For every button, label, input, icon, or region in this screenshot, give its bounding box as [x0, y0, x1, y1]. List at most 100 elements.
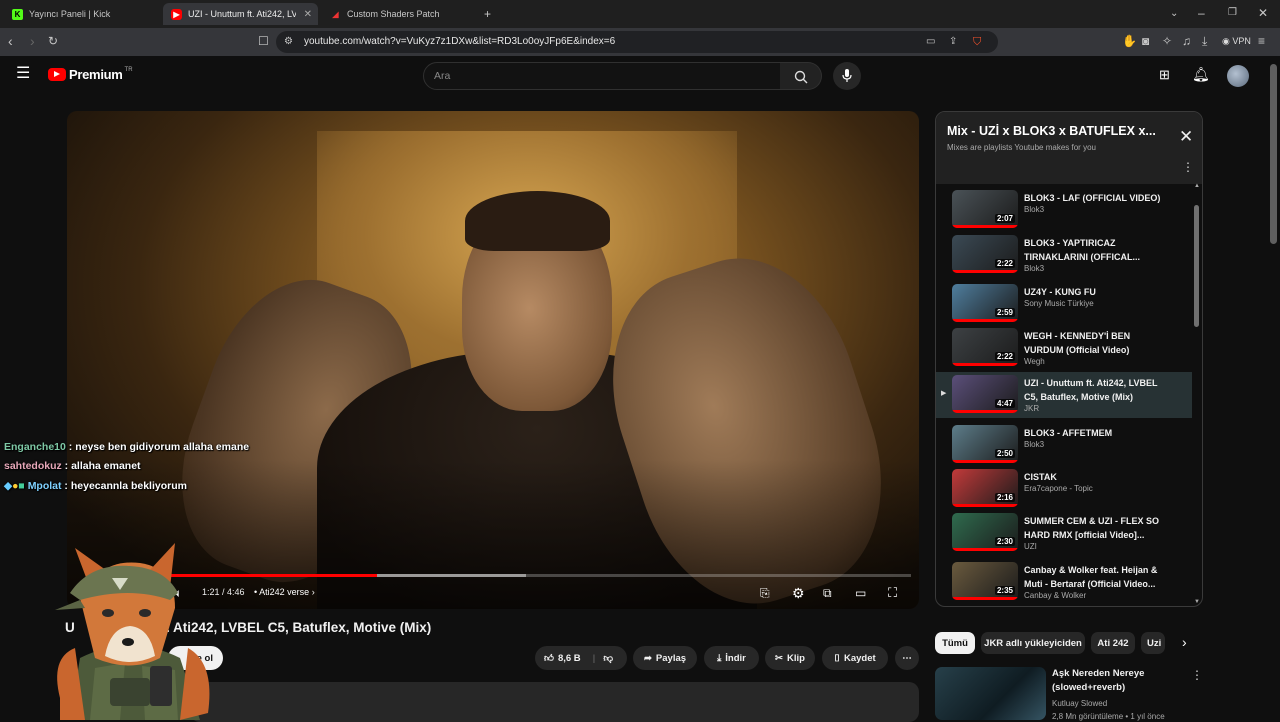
video-progress-bar[interactable]: [166, 574, 911, 577]
cast-icon[interactable]: ▭: [926, 35, 935, 49]
extension-puzzle-icon[interactable]: ✧: [1162, 34, 1172, 48]
back-icon[interactable]: ‹: [8, 34, 13, 48]
playlist-item[interactable]: 2:50 BLOK3 - AFFETMEM Blok3: [936, 422, 1192, 468]
minimize-icon[interactable]: –: [1198, 6, 1205, 20]
chip-label: Ati 242: [1097, 637, 1129, 649]
playlist-panel: Mix - UZİ x BLOK3 x BATUFLEX x... Mixes …: [935, 111, 1203, 607]
chat-text: : neyse ben gidiyorum allaha emane: [65, 441, 250, 453]
playlist-thumbnail[interactable]: 2:35: [952, 562, 1018, 600]
brave-shield-icon[interactable]: ⛉: [973, 35, 981, 49]
playlist-item[interactable]: 2:35 Canbay & Wolker feat. Heijan & Muti …: [936, 559, 1192, 605]
reload-icon[interactable]: ↻: [48, 34, 58, 48]
playlist-more-icon[interactable]: ⋮: [1182, 160, 1194, 174]
chat-text: : heyecannla bekliyorum: [61, 480, 187, 492]
watched-bar: [952, 410, 1018, 413]
bookmark-icon[interactable]: ☐: [258, 34, 269, 48]
recommended-title[interactable]: Aşk Nereden Nereye (slowed+reverb): [1052, 667, 1182, 695]
clip-button[interactable]: ✂ Klip: [765, 646, 815, 670]
chapter-button[interactable]: • Ati242 verse ›: [254, 587, 315, 597]
hamburger-menu-icon[interactable]: ☰: [16, 66, 30, 82]
description-box[interactable]: [190, 682, 919, 722]
now-playing-icon: ▶: [941, 390, 947, 397]
playlist-thumbnail[interactable]: 2:30: [952, 513, 1018, 551]
playlist-thumbnail[interactable]: 2:50: [952, 425, 1018, 463]
fullscreen-icon[interactable]: ⛶: [888, 585, 897, 601]
subtitles-icon[interactable]: ⎘: [760, 586, 770, 601]
avatar[interactable]: [1227, 65, 1249, 87]
url-text: youtube.com/watch?v=VuKyz7z1DXw&list=RD3…: [304, 36, 616, 47]
like-count: 8,6 B: [557, 652, 581, 664]
camera-icon[interactable]: ◙: [1142, 34, 1149, 48]
kick-icon: K: [12, 8, 23, 20]
playlist-item[interactable]: 2:22 WEGH - KENNEDY'İ BEN VURDUM (Officia…: [936, 325, 1192, 371]
tab-csp[interactable]: ◢ Custom Shaders Patch: [322, 3, 477, 25]
watched-bar: [952, 504, 1018, 507]
video-player[interactable]: [67, 111, 919, 609]
download-label: İndir: [725, 652, 746, 664]
more-actions-button[interactable]: ⋯: [895, 646, 919, 670]
create-video-icon[interactable]: ⊞: [1159, 68, 1170, 82]
theater-mode-icon[interactable]: ▭: [855, 586, 866, 600]
tab-youtube[interactable]: ▶ UZI - Unuttum ft. Ati242, LVBEL ✕: [163, 3, 318, 25]
maximize-icon[interactable]: ❐: [1228, 6, 1237, 20]
playlist-thumbnail[interactable]: 2:22: [952, 235, 1018, 273]
playlist-item[interactable]: 2:16 CISTAK Era7capone - Topic: [936, 466, 1192, 512]
address-bar[interactable]: ⚙ youtube.com/watch?v=VuKyz7z1DXw&list=R…: [276, 31, 998, 53]
download-button[interactable]: ⤓ İndir: [704, 646, 759, 670]
playlist-item[interactable]: 2:59 UZ4Y - KUNG FU Sony Music Türkiye: [936, 281, 1192, 327]
chat-badge-icon: ◆: [4, 480, 13, 492]
like-icon[interactable]: 👍︎: [544, 652, 554, 664]
playlist-thumbnail[interactable]: 2:16: [952, 469, 1018, 507]
search-input[interactable]: Ara: [423, 62, 781, 90]
share-label: Paylaş: [655, 652, 687, 664]
playlist-item[interactable]: 2:07 BLOK3 - LAF (OFFICIAL VIDEO) Blok3: [936, 187, 1192, 233]
playlist-item-title: WEGH - KENNEDY'İ BEN VURDUM (Official Vi…: [1024, 331, 1131, 355]
save-button[interactable]: ⌷ Kaydet: [822, 646, 888, 670]
playlist-thumbnail[interactable]: 4:47: [952, 375, 1018, 413]
chip-all[interactable]: Tümü: [935, 632, 975, 654]
search-button[interactable]: [780, 62, 822, 90]
menu-icon[interactable]: ≡: [1258, 34, 1265, 48]
like-dislike-group[interactable]: 👍︎ 8,6 B | 👎︎: [535, 646, 627, 670]
recommended-more-icon[interactable]: ⋮: [1191, 668, 1203, 682]
voice-search-button[interactable]: [833, 62, 861, 90]
notifications-bell-icon[interactable]: 🔔︎: [1192, 67, 1210, 81]
recommended-thumbnail[interactable]: [935, 667, 1046, 720]
playlist-thumbnail[interactable]: 2:59: [952, 284, 1018, 322]
chips-next-icon[interactable]: ›: [1182, 634, 1187, 650]
close-tab-icon[interactable]: ✕: [304, 9, 312, 20]
playlist-scrollbar-thumb[interactable]: [1194, 205, 1199, 327]
chip-ati242[interactable]: Ati 242: [1091, 632, 1135, 654]
close-playlist-icon[interactable]: ✕: [1179, 127, 1193, 147]
chip-uzi[interactable]: Uzi: [1141, 632, 1165, 654]
share-icon[interactable]: ⇪: [949, 35, 957, 49]
share-button[interactable]: ➦ Paylaş: [633, 646, 697, 670]
forward-icon[interactable]: ›: [30, 34, 35, 48]
playlist-item[interactable]: ▶ 4:47 UZI - Unuttum ft. Ati242, LVBEL C5,…: [936, 372, 1192, 418]
clip-label: Klip: [787, 652, 805, 664]
playlist-item[interactable]: 2:22 BLOK3 - YAPTIRICAZ TIRNAKLARINI (OFF…: [936, 232, 1192, 278]
close-window-icon[interactable]: ✕: [1258, 6, 1268, 20]
miniplayer-icon[interactable]: ⧉: [823, 586, 832, 601]
chip-from-uploader[interactable]: JKR adlı yükleyiciden: [981, 632, 1085, 654]
new-tab-icon[interactable]: +: [484, 7, 491, 21]
vpn-button[interactable]: ◉ VPN: [1222, 36, 1251, 47]
tab-kick[interactable]: K Yayıncı Paneli | Kick: [4, 3, 159, 25]
youtube-premium-logo[interactable]: Premium TR: [48, 67, 133, 82]
download-icon[interactable]: ⤓: [1202, 34, 1207, 48]
music-icon[interactable]: ♫: [1182, 34, 1191, 48]
dislike-icon[interactable]: 👎︎: [603, 652, 613, 664]
playlist-item-title: BLOK3 - LAF (OFFICIAL VIDEO): [1024, 193, 1161, 203]
playlist-item-title: SUMMER CEM & UZI - FLEX SO HARD RMX [off…: [1024, 516, 1159, 540]
playlist-thumbnail[interactable]: 2:22: [952, 328, 1018, 366]
playlist-thumbnail[interactable]: 2:07: [952, 190, 1018, 228]
scroll-up-icon[interactable]: ▲: [1194, 183, 1200, 189]
extension-icon[interactable]: ✋: [1122, 34, 1137, 48]
site-info-icon[interactable]: ⚙: [284, 35, 293, 49]
playlist-item[interactable]: 2:30 SUMMER CEM & UZI - FLEX SO HARD RMX …: [936, 510, 1192, 556]
tab-search-icon[interactable]: ⌄: [1170, 7, 1178, 21]
page-scrollbar[interactable]: [1270, 64, 1277, 244]
settings-gear-icon[interactable]: ⚙: [792, 585, 805, 602]
duration-badge: 2:16: [994, 493, 1015, 502]
scroll-down-icon[interactable]: ▼: [1194, 599, 1200, 605]
